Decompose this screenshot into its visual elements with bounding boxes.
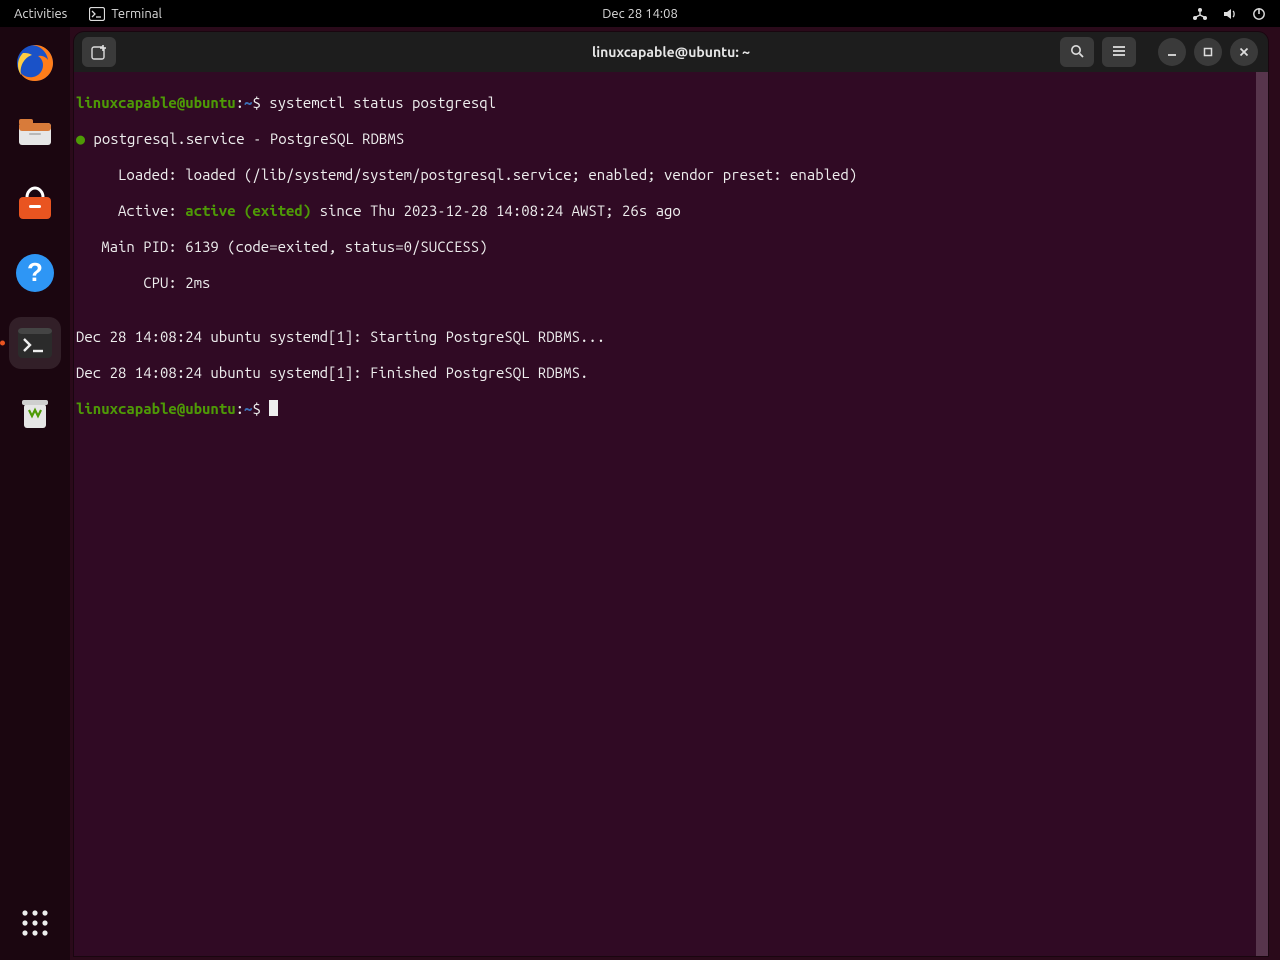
minimize-icon bbox=[1166, 46, 1178, 58]
dock-terminal[interactable] bbox=[9, 317, 61, 369]
ubuntu-dock: ? bbox=[0, 27, 70, 960]
topbar-clock[interactable]: Dec 28 14:08 bbox=[602, 7, 678, 21]
dock-files[interactable] bbox=[9, 107, 61, 159]
new-tab-button[interactable] bbox=[82, 37, 116, 67]
cpu-line: CPU: 2ms bbox=[74, 274, 1262, 292]
dock-software[interactable] bbox=[9, 177, 61, 229]
terminal-body[interactable]: linuxcapable@ubuntu:~$ systemctl status … bbox=[74, 72, 1268, 956]
log-line-2: Dec 28 14:08:24 ubuntu systemd[1]: Finis… bbox=[74, 364, 1262, 382]
prompt-line-1: linuxcapable@ubuntu:~$ systemctl status … bbox=[74, 94, 1262, 112]
svg-text:?: ? bbox=[27, 257, 43, 287]
log-line-1: Dec 28 14:08:24 ubuntu systemd[1]: Start… bbox=[74, 328, 1262, 346]
cursor bbox=[269, 400, 278, 416]
prompt-host: ubuntu bbox=[185, 94, 235, 111]
dock-help[interactable]: ? bbox=[9, 247, 61, 299]
prompt-line-2: linuxcapable@ubuntu:~$ bbox=[74, 400, 1262, 418]
volume-icon[interactable] bbox=[1222, 7, 1238, 21]
activities-button[interactable]: Activities bbox=[14, 7, 67, 21]
show-applications-button[interactable] bbox=[18, 906, 52, 940]
dock-trash[interactable] bbox=[9, 387, 61, 439]
terminal-window: linuxcapable@ubuntu: ~ linuxcapable@ubun… bbox=[74, 32, 1268, 956]
mainpid-line: Main PID: 6139 (code=exited, status=0/SU… bbox=[74, 238, 1262, 256]
search-icon bbox=[1069, 43, 1085, 62]
hamburger-menu-button[interactable] bbox=[1102, 37, 1136, 67]
topbar-app-label: Terminal bbox=[111, 7, 162, 21]
hamburger-icon bbox=[1111, 44, 1127, 61]
prompt-at: @ bbox=[177, 94, 185, 111]
close-button[interactable] bbox=[1230, 38, 1258, 66]
maximize-icon bbox=[1202, 46, 1214, 58]
terminal-scrollbar[interactable] bbox=[1256, 72, 1268, 956]
window-title: linuxcapable@ubuntu: ~ bbox=[592, 44, 750, 60]
terminal-titlebar: linuxcapable@ubuntu: ~ bbox=[74, 32, 1268, 72]
power-icon[interactable] bbox=[1252, 7, 1266, 21]
prompt-user: linuxcapable bbox=[76, 94, 177, 111]
status-dot-icon: ● bbox=[76, 130, 85, 147]
active-state: active (exited) bbox=[185, 202, 311, 219]
active-line: Active: active (exited) since Thu 2023-1… bbox=[74, 202, 1262, 220]
dock-firefox[interactable] bbox=[9, 37, 61, 89]
gnome-top-bar: Activities Terminal Dec 28 14:08 bbox=[0, 0, 1280, 27]
maximize-button[interactable] bbox=[1194, 38, 1222, 66]
close-icon bbox=[1238, 46, 1250, 58]
topbar-app-menu[interactable]: Terminal bbox=[89, 7, 162, 21]
search-button[interactable] bbox=[1060, 37, 1094, 67]
network-icon[interactable] bbox=[1192, 7, 1208, 21]
minimize-button[interactable] bbox=[1158, 38, 1186, 66]
command-text: systemctl status postgresql bbox=[269, 94, 496, 111]
prompt-dollar: $ bbox=[252, 94, 260, 111]
service-line: ● postgresql.service - PostgreSQL RDBMS bbox=[74, 130, 1262, 148]
loaded-line: Loaded: loaded (/lib/systemd/system/post… bbox=[74, 166, 1262, 184]
terminal-menu-icon bbox=[89, 7, 105, 21]
